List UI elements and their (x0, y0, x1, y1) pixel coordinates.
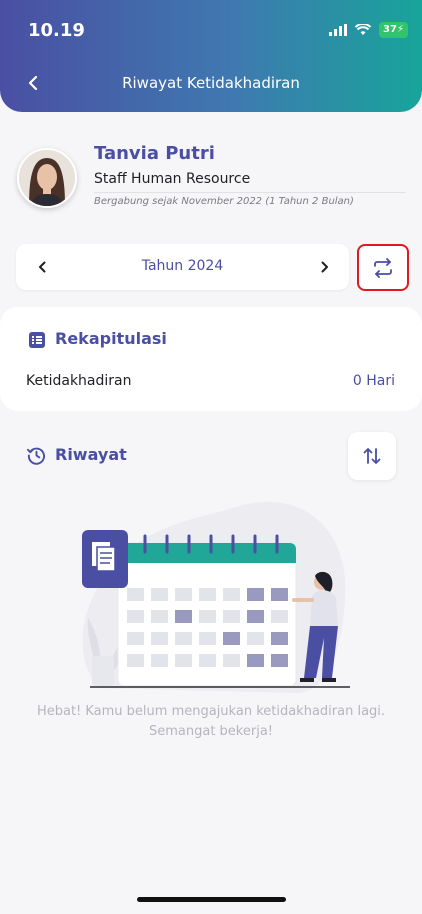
year-next-button[interactable] (317, 258, 333, 276)
avatar (17, 148, 77, 208)
sort-button[interactable] (348, 432, 396, 480)
swap-arrows-icon (374, 257, 392, 278)
status-time: 10.19 (28, 20, 85, 41)
chevron-right-icon (321, 261, 328, 273)
year-label: Tahun 2024 (141, 258, 224, 274)
sort-arrows-icon (363, 448, 381, 464)
app-header: 10.19 37⚡ Riwayat Ketidakhadiran (0, 0, 422, 112)
year-selector: Tahun 2024 (16, 244, 349, 290)
profile-name: Tanvia Putri (94, 143, 215, 164)
profile-role: Staff Human Resource (94, 171, 251, 187)
history-title: Riwayat (55, 445, 127, 464)
battery-indicator: 37⚡ (379, 22, 408, 38)
home-indicator (137, 897, 286, 902)
recap-card: Rekapitulasi Ketidakhadiran 0 Hari (0, 307, 422, 411)
recap-value: 0 Hari (352, 373, 395, 389)
page-title: Riwayat Ketidakhadiran (122, 74, 300, 92)
profile-divider (94, 192, 406, 193)
recap-label: Ketidakhadiran (26, 373, 132, 389)
empty-state-illustration (82, 501, 350, 693)
status-icons: 37⚡ (329, 22, 408, 38)
empty-message: Hebat! Kamu belum mengajukan ketidakhadi… (36, 704, 386, 739)
wifi-icon (355, 24, 372, 35)
swap-button[interactable] (357, 244, 409, 291)
signal-icon (329, 24, 348, 36)
history-clock-icon (27, 447, 45, 465)
recap-title: Rekapitulasi (55, 329, 167, 348)
profile-join-date: Bergabung sejak November 2022 (1 Tahun 2… (94, 196, 354, 207)
list-doc-icon (29, 332, 45, 348)
